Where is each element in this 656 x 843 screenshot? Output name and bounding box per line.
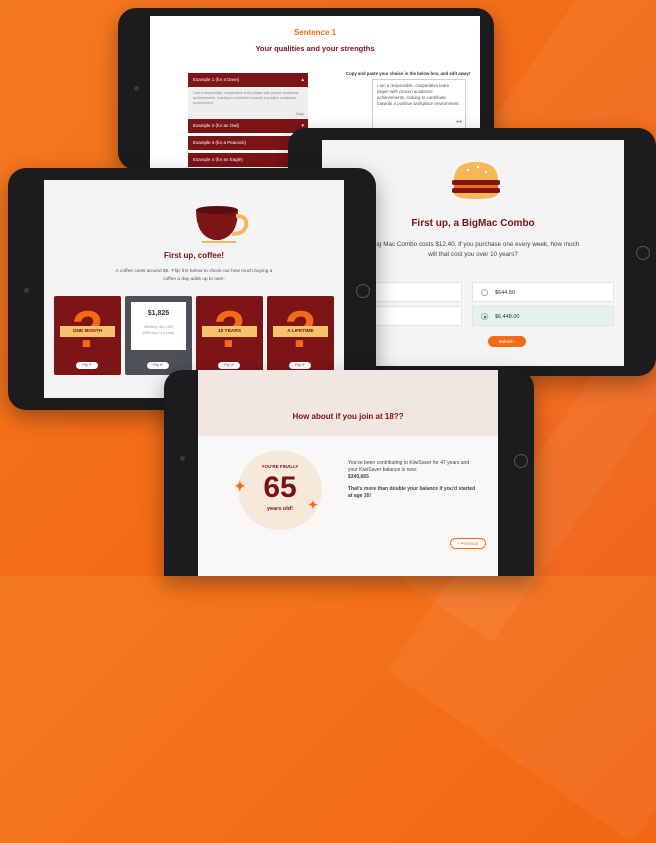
answer-label: $644.80 [495,290,515,296]
card-amount: $1,825 [147,310,170,317]
previous-button[interactable]: ‹ Previous [450,538,486,549]
copy-button[interactable]: Copy [296,112,304,117]
coffee-title: First up, coffee! [163,251,224,260]
card-working: Working: $5 x 365 (365 days in a year) [131,324,186,336]
example-accordion-1[interactable]: Example 1 (for a Dove) ▴ [188,73,308,87]
example-label: Example 1 (for a Dove) [193,77,240,82]
card-back: $1,825 Working: $5 x 365 (365 days in a … [131,302,186,350]
chevron-up-icon: ▴ [301,77,304,83]
kiwisaver-screen: How about if you join at 18?? YOU'RE FIN… [198,370,498,576]
summary-line2: That's more than double your balance if … [348,486,476,499]
kiwisaver-summary: You've been contributing to KiwiSaver fo… [348,460,478,500]
radio-button[interactable] [481,289,488,296]
flip-label: Flip [224,363,230,367]
example-label: Example 3 (for a Peacock) [193,140,247,145]
arrow-right-icon: › [513,339,516,344]
submit-button[interactable]: Submit › [488,336,526,347]
sentence-subheading: Your qualities and your strengths [255,44,375,53]
bigmac-question: A Big Mac Combo costs $12.40. If you pur… [366,241,580,258]
home-button [356,284,370,298]
textbox-value: I am a responsible, cooperative team pla… [377,83,460,106]
flip-button[interactable]: Flip ⟳ [289,362,311,369]
instruction-text: Copy and paste your choice in the below … [346,71,471,76]
coffee-cup-icon [196,206,249,243]
home-button [514,454,528,468]
sentence-textbox[interactable]: I am a responsible, cooperative team pla… [372,79,466,129]
burger-icon [452,162,500,199]
example-accordion-2[interactable]: Example 2 (for an Owl) ▾ [188,119,308,133]
grammar-check-icon: ●● [455,119,462,125]
arrow-left-icon: ‹ [457,541,460,546]
card-label: A LIFETIME [273,326,328,337]
home-button [636,246,650,260]
flip-card-lifetime[interactable]: ? A LIFETIME Flip ⟳ [267,296,334,375]
previous-label: Previous [460,541,479,546]
tablet-camera [134,86,139,91]
flip-card-one-month[interactable]: ? ONE MONTH Flip ⟳ [54,296,121,375]
badge-top-text: YOU'RE FINALLY [261,464,299,469]
flip-label: Flip [153,363,159,367]
tablet-kiwisaver: How about if you join at 18?? YOU'RE FIN… [164,370,534,576]
age-badge: YOU'RE FINALLY 65 years old! [238,450,322,530]
flip-label: Flip [295,363,301,367]
kiwisaver-header [198,370,498,436]
card-label: ONE MONTH [60,326,115,337]
flip-card-one-year[interactable]: $1,825 Working: $5 x 365 (365 days in a … [125,296,192,375]
example-body: I am a responsible, cooperative team pla… [188,87,308,119]
tablet-camera [180,456,185,461]
flip-button[interactable]: Flip ⟳ [147,362,169,369]
answer-option-selected[interactable]: $6,448.00 [472,306,614,326]
working-note: (365 days in a year) [142,331,175,335]
example-label: Example 2 (for an Owl) [193,123,240,128]
answer-label: $6,448.00 [495,314,520,320]
sparkle-icon: ✦ [234,478,246,494]
card-label: 10 YEARS [202,326,257,337]
kiwisaver-title: How about if you join at 18?? [292,412,404,421]
flip-label: Flip [82,363,88,367]
radio-button[interactable] [481,313,488,320]
summary-line1: You've been contributing to KiwiSaver fo… [348,460,470,473]
flip-card-10-years[interactable]: ? 10 YEARS Flip ⟳ [196,296,263,375]
coffee-screen: First up, coffee! A coffee costs around … [44,180,344,398]
tablet-camera [24,288,29,293]
answer-option[interactable]: $644.80 [472,282,614,302]
sparkle-icon: ✦ [308,498,319,512]
submit-label: Submit [498,339,513,344]
coffee-description: A coffee costs around $5. 'Flip' the bel… [115,269,273,282]
balance-value: $340,665 [348,474,369,480]
example-text: I am a responsible, cooperative team pla… [193,91,299,105]
flip-button[interactable]: Flip ⟳ [76,362,98,369]
example-label: Example 4 (for an Eagle) [193,157,243,162]
flip-button[interactable]: Flip ⟳ [218,362,240,369]
sentence-heading: Sentence 1 [293,28,337,37]
